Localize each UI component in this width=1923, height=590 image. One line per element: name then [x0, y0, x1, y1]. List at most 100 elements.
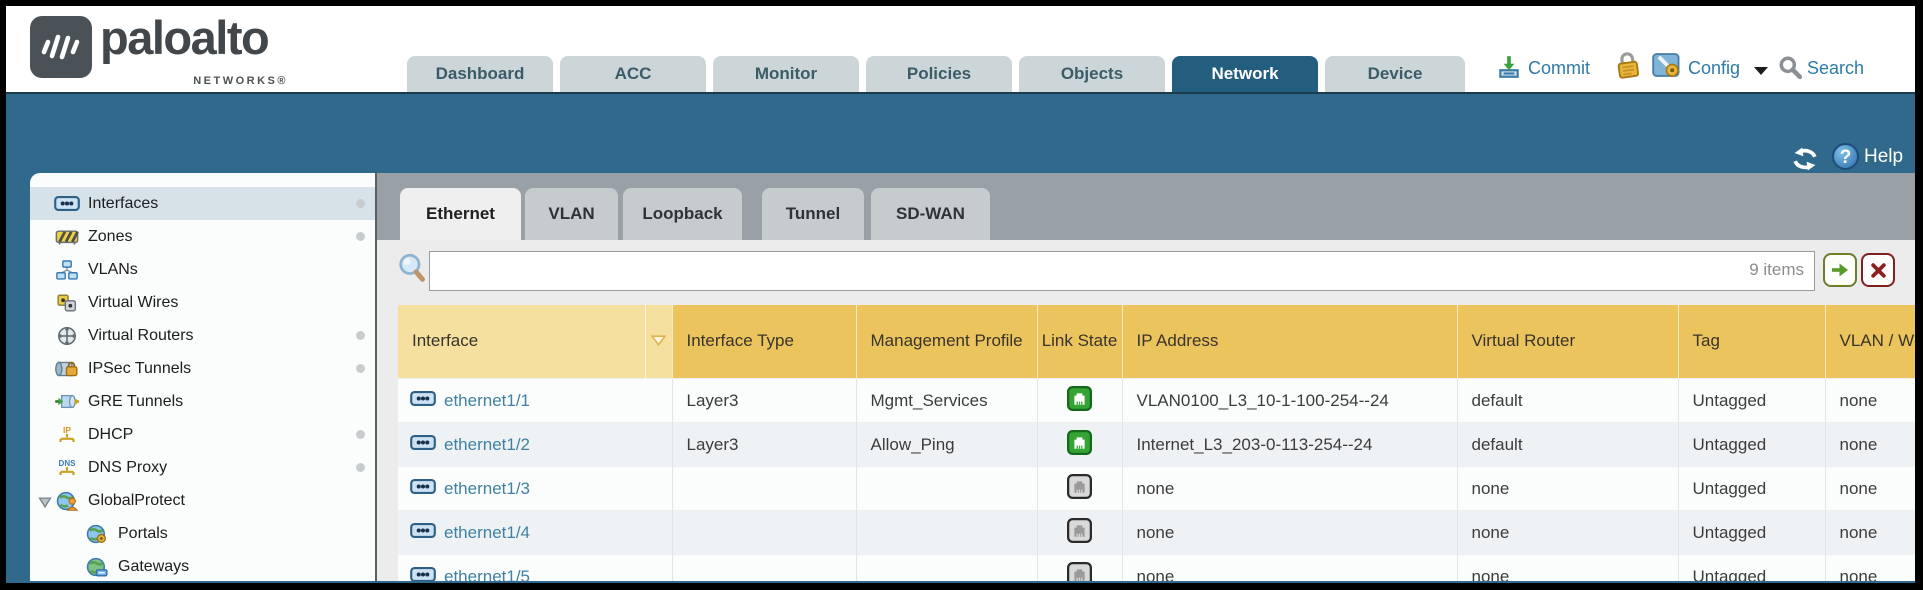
tab-monitor[interactable]: Monitor: [713, 56, 859, 92]
table-row[interactable]: ethernet1/2 Layer3 Allow_Ping Internet_L…: [398, 423, 1915, 467]
content-panel: EthernetVLANLoopback TunnelSD-WAN 9 items: [377, 173, 1915, 581]
ethernet-interface-icon: [410, 435, 436, 455]
sidebar-item-label: Gateways: [118, 558, 189, 576]
sidebar-item-virtual-wires[interactable]: Virtual Wires: [30, 286, 375, 319]
column-header-vlan-wire[interactable]: VLAN / Wire: [1825, 305, 1915, 379]
lock-icon[interactable]: [1613, 48, 1643, 81]
interface-link[interactable]: ethernet1/1: [444, 391, 530, 411]
subtab-loopback[interactable]: Loopback: [623, 188, 742, 240]
sidebar-item-portals[interactable]: Portals: [30, 517, 375, 550]
refresh-icon[interactable]: [1790, 147, 1820, 171]
sidebar-item-dhcp[interactable]: IP DHCP: [30, 418, 375, 451]
expander-slot[interactable]: [38, 198, 53, 210]
cell-interface-type: Layer3: [672, 423, 856, 467]
tab-network[interactable]: Network: [1172, 56, 1318, 92]
sidebar-item-gre-tunnels[interactable]: GRE Tunnels: [30, 385, 375, 418]
virtual-routers-icon: [53, 325, 80, 346]
tab-acc[interactable]: ACC: [560, 56, 706, 92]
sidebar-item-interfaces[interactable]: Interfaces: [30, 187, 375, 220]
sidebar-item-globalprotect[interactable]: GlobalProtect: [30, 484, 375, 517]
cell-link-state: [1037, 467, 1122, 511]
sidebar-item-ipsec-tunnels[interactable]: IPSec Tunnels: [30, 352, 375, 385]
sidebar-item-zones[interactable]: Zones: [30, 220, 375, 253]
cell-tag: Untagged: [1678, 379, 1825, 423]
table-row[interactable]: ethernet1/1 Layer3 Mgmt_Services VLAN010…: [398, 379, 1915, 423]
expander-slot[interactable]: [38, 297, 53, 309]
sidebar-item-vlans[interactable]: VLANs: [30, 253, 375, 286]
interface-link[interactable]: ethernet1/2: [444, 435, 530, 455]
column-header-tag[interactable]: Tag: [1678, 305, 1825, 379]
expander-slot[interactable]: [38, 330, 53, 342]
help-icon[interactable]: ?: [1832, 143, 1859, 170]
cell-virtual-router: default: [1457, 423, 1678, 467]
item-dot: [356, 364, 365, 373]
cell-management-profile: Mgmt_Services: [856, 379, 1037, 423]
interfaces-table: Interface Interface Type Management Prof…: [398, 305, 1915, 581]
expander-slot[interactable]: [38, 429, 53, 441]
expander-slot[interactable]: [38, 462, 53, 474]
expander-slot[interactable]: [68, 528, 83, 540]
subtab-ethernet[interactable]: Ethernet: [400, 188, 521, 240]
interface-link[interactable]: ethernet1/4: [444, 523, 530, 543]
column-header-interface[interactable]: Interface: [398, 305, 645, 379]
link-up-icon: [1067, 396, 1092, 415]
interface-link[interactable]: ethernet1/3: [444, 479, 530, 499]
sidebar-item-dns-proxy[interactable]: DNS DNS Proxy: [30, 451, 375, 484]
column-header-virtual-router[interactable]: Virtual Router: [1457, 305, 1678, 379]
config-icon[interactable]: [1652, 51, 1682, 79]
commit-icon[interactable]: [1496, 54, 1522, 80]
chevron-down-icon[interactable]: [1754, 67, 1768, 75]
cell-interface-type: Layer3: [672, 379, 856, 423]
subtab-tunnel[interactable]: Tunnel: [762, 188, 864, 240]
subtab-vlan[interactable]: VLAN: [525, 188, 618, 240]
expander-slot[interactable]: [38, 231, 53, 243]
search-icon[interactable]: [1778, 55, 1802, 79]
table-row[interactable]: ethernet1/5 none none Untagged none: [398, 555, 1915, 582]
tab-objects[interactable]: Objects: [1019, 56, 1165, 92]
cell-ip-address: none: [1122, 555, 1457, 582]
tab-dashboard[interactable]: Dashboard: [407, 56, 553, 92]
item-count: 9 items: [1749, 260, 1804, 280]
cell-virtual-router: none: [1457, 555, 1678, 582]
subtab-sd-wan[interactable]: SD-WAN: [871, 188, 990, 240]
search-button[interactable]: Search: [1807, 58, 1864, 79]
ipsec-tunnels-icon: [53, 358, 80, 379]
column-header-management-profile[interactable]: Management Profile: [856, 305, 1037, 379]
link-down-icon: [1067, 528, 1092, 547]
interface-link[interactable]: ethernet1/5: [444, 567, 530, 582]
virtual-wires-icon: [53, 292, 80, 313]
sort-menu-button[interactable]: [645, 305, 672, 379]
sidebar-item-gateways[interactable]: Gateways: [30, 550, 375, 581]
column-header-interface-type[interactable]: Interface Type: [672, 305, 856, 379]
commit-button[interactable]: Commit: [1528, 58, 1590, 79]
item-dot: [356, 232, 365, 241]
cell-vlan-wire: none: [1825, 379, 1915, 423]
column-header-link-state[interactable]: Link State: [1037, 305, 1122, 379]
paloalto-logo-icon: [30, 16, 92, 78]
filter-input[interactable]: [434, 254, 1708, 288]
column-header-ip-address[interactable]: IP Address: [1122, 305, 1457, 379]
table-row[interactable]: ethernet1/4 none none Untagged none: [398, 511, 1915, 555]
config-button[interactable]: Config: [1688, 58, 1740, 79]
cell-management-profile: [856, 511, 1037, 555]
expander-down-icon[interactable]: [38, 495, 53, 507]
expander-slot[interactable]: [38, 363, 53, 375]
gateways-icon: [83, 556, 110, 577]
clear-filter-button[interactable]: [1861, 253, 1895, 287]
item-dot: [356, 331, 365, 340]
expander-slot[interactable]: [38, 264, 53, 276]
help-label[interactable]: Help: [1864, 146, 1903, 168]
apply-filter-button[interactable]: [1823, 253, 1857, 287]
tab-policies[interactable]: Policies: [866, 56, 1012, 92]
expander-slot[interactable]: [38, 396, 53, 408]
tab-device[interactable]: Device: [1325, 56, 1465, 92]
sidebar-item-virtual-routers[interactable]: Virtual Routers: [30, 319, 375, 352]
cell-management-profile: Allow_Ping: [856, 423, 1037, 467]
table-row[interactable]: ethernet1/3 none none Untagged none: [398, 467, 1915, 511]
sidebar-nav: Interfaces Zones VLANs Virtual Wires Vir…: [30, 173, 377, 581]
cell-link-state: [1037, 555, 1122, 582]
filter-field: 9 items: [429, 251, 1815, 291]
svg-text:DNS: DNS: [58, 459, 76, 468]
expander-slot[interactable]: [68, 561, 83, 573]
ethernet-interface-icon: [410, 479, 436, 499]
